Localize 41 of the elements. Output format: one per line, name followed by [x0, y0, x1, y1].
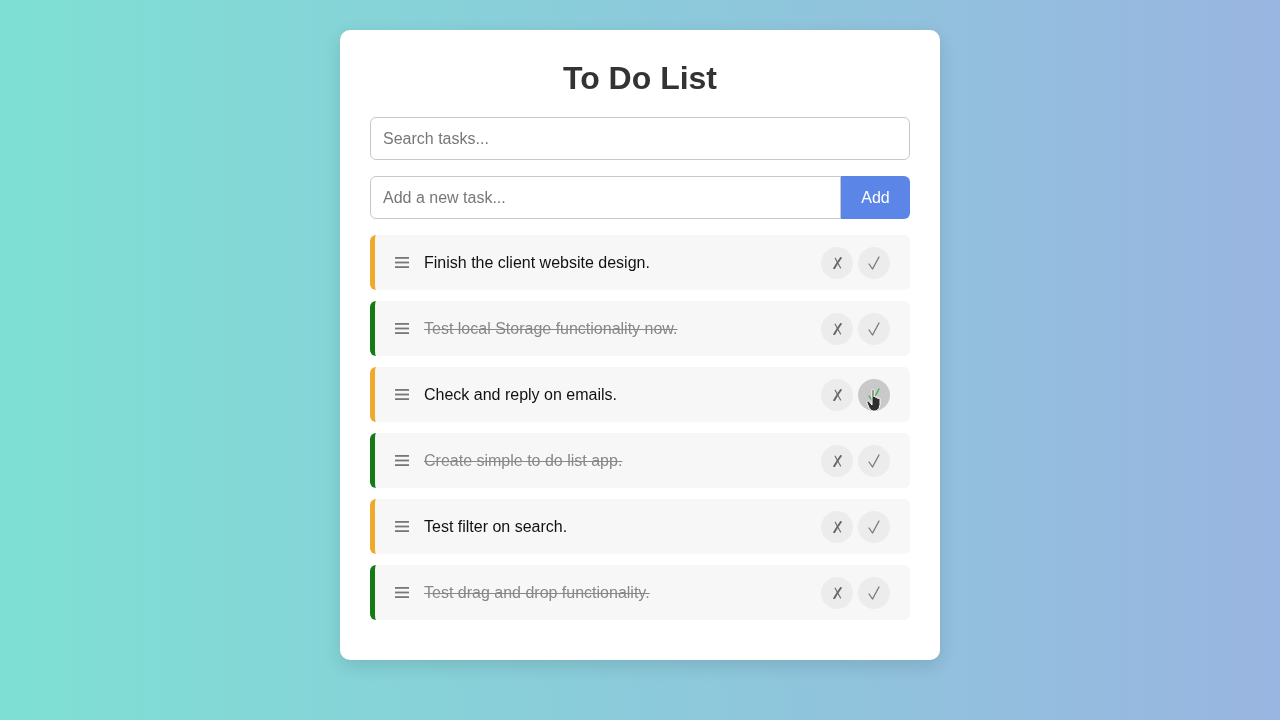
x-mark-icon: [832, 520, 842, 533]
task-item[interactable]: Finish the client website design.: [370, 235, 910, 290]
search-field[interactable]: Search tasks...: [370, 117, 910, 160]
x-mark-icon: [832, 454, 842, 467]
delete-button[interactable]: [821, 378, 853, 411]
checkmark-icon: [868, 321, 880, 336]
task-item[interactable]: Create simple to do list app.: [370, 433, 910, 488]
task-item[interactable]: Test local Storage functionality now.: [370, 301, 910, 356]
hand-cursor-icon: [866, 388, 884, 412]
checkmark-icon: [868, 519, 880, 534]
task-item[interactable]: Check and reply on emails.: [370, 367, 910, 422]
task-text: Create simple to do list app.: [424, 451, 624, 470]
x-mark-icon: [832, 388, 842, 401]
checkmark-icon: [868, 387, 880, 402]
x-mark-icon: [832, 586, 842, 599]
drag-handle-icon[interactable]: [395, 587, 409, 598]
drag-handle-icon[interactable]: [395, 455, 409, 466]
add-button[interactable]: Add: [841, 176, 910, 219]
task-item[interactable]: Test filter on search.: [370, 499, 910, 554]
task-text: Finish the client website design.: [424, 253, 651, 272]
delete-button[interactable]: [821, 312, 853, 345]
x-mark-icon: [832, 322, 842, 335]
task-text: Test local Storage functionality now.: [424, 319, 679, 338]
drag-handle-icon[interactable]: [395, 521, 409, 532]
task-text: Check and reply on emails.: [424, 385, 618, 404]
task-text: Test drag and drop functionality.: [424, 583, 651, 602]
delete-button[interactable]: [821, 444, 853, 477]
task-item[interactable]: Test drag and drop functionality.: [370, 565, 910, 620]
checkmark-icon: [868, 255, 880, 270]
drag-handle-icon[interactable]: [395, 323, 409, 334]
x-mark-icon: [832, 256, 842, 269]
delete-button[interactable]: [821, 246, 853, 279]
checkmark-icon: [868, 585, 880, 600]
app-title: To Do List: [561, 60, 718, 97]
checkmark-icon: [868, 453, 880, 468]
drag-handle-icon[interactable]: [395, 389, 409, 400]
delete-button[interactable]: [821, 576, 853, 609]
task-text: Test filter on search.: [424, 517, 569, 536]
delete-button[interactable]: [821, 510, 853, 543]
drag-handle-icon[interactable]: [395, 257, 409, 268]
new-task-field[interactable]: Add a new task...: [370, 176, 841, 219]
